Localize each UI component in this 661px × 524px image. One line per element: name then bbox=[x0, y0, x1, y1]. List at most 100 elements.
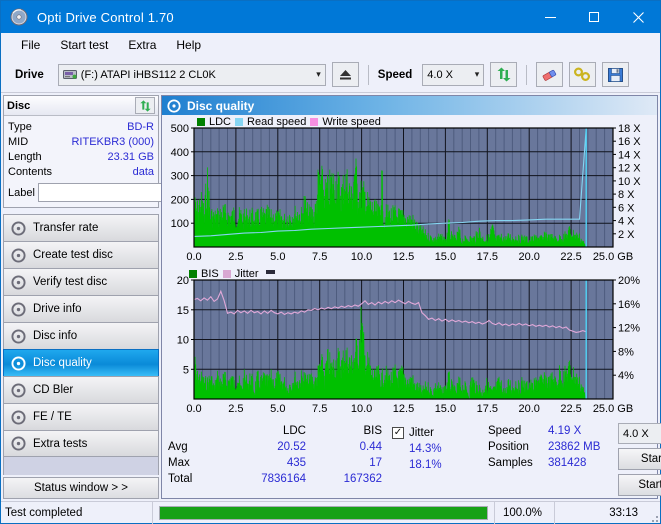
status-window-button[interactable]: Status window > > bbox=[3, 477, 159, 499]
svg-text:17.5: 17.5 bbox=[477, 403, 498, 415]
progress-percent: 100.0% bbox=[494, 501, 554, 524]
chart1-legend: LDC Read speed Write speed bbox=[197, 116, 381, 128]
maximize-icon[interactable] bbox=[572, 1, 616, 33]
svg-text:15: 15 bbox=[177, 305, 189, 317]
chevron-down-icon: ▾ bbox=[474, 69, 480, 79]
disc-type-value: BD-R bbox=[127, 120, 154, 133]
legend-label-jitter: Jitter bbox=[234, 268, 259, 280]
drive-label: Drive bbox=[15, 68, 44, 81]
legend-label-bis: BIS bbox=[201, 268, 219, 280]
disc-icon bbox=[11, 355, 26, 371]
run-info-values: 4.19 X 23862 MB 381428 bbox=[548, 423, 618, 498]
main-body: Disc Type BD-R MID RITEKBR3 (000) Length… bbox=[1, 93, 661, 501]
disc-row-type: Type BD-R bbox=[8, 119, 154, 134]
chevron-down-icon: ▾ bbox=[316, 69, 321, 79]
test-speed-select[interactable]: 4.0 X ▾ bbox=[618, 423, 661, 444]
disc-icon bbox=[11, 436, 26, 451]
svg-text:8%: 8% bbox=[618, 346, 634, 358]
charts-area: LDC Read speed Write speed 100 200 300 400 5… bbox=[162, 115, 657, 419]
sidebar-item-disc-quality[interactable]: Disc quality bbox=[3, 349, 159, 376]
sidebar-spacer bbox=[3, 457, 159, 475]
toolbar-separator bbox=[526, 64, 528, 85]
stats-row-max: Max 435 17 bbox=[168, 455, 392, 471]
svg-text:0.0: 0.0 bbox=[186, 403, 201, 415]
disc-refresh-button[interactable] bbox=[135, 97, 155, 114]
svg-text:2.5: 2.5 bbox=[228, 403, 243, 415]
disc-icon bbox=[11, 328, 26, 344]
jitter-max-value: 18.1% bbox=[409, 459, 442, 471]
drive-select[interactable]: (F:) ATAPI iHBS112 2 CL0K ▾ bbox=[57, 63, 326, 86]
stats-ldc-max: 435 bbox=[286, 457, 306, 469]
run-info-labels: Speed Position Samples bbox=[488, 423, 548, 498]
sidebar-item-drive-info[interactable]: Drive info bbox=[3, 295, 159, 322]
svg-text:2.5: 2.5 bbox=[228, 251, 243, 263]
speed-select[interactable]: 4.0 X ▾ bbox=[422, 63, 485, 86]
disc-row-contents: Contents data bbox=[8, 164, 154, 179]
sidebar-item-extra-tests[interactable]: Extra tests bbox=[3, 430, 159, 457]
svg-text:100: 100 bbox=[171, 218, 189, 230]
tools-button[interactable] bbox=[569, 62, 597, 87]
refresh-button[interactable] bbox=[490, 62, 518, 87]
sidebar-item-label: Disc info bbox=[33, 330, 78, 342]
stats-row-total: Total 7836164 167362 bbox=[168, 471, 392, 487]
panel-header: Disc quality bbox=[162, 96, 657, 115]
legend-swatch-read-speed bbox=[235, 118, 244, 126]
eject-button[interactable] bbox=[331, 62, 359, 87]
start-part-button[interactable]: Start part bbox=[618, 474, 661, 496]
sidebar: Disc Type BD-R MID RITEKBR3 (000) Length… bbox=[1, 93, 241, 501]
disc-icon bbox=[11, 409, 26, 425]
sidebar-item-verify-test-disc[interactable]: Verify test disc bbox=[3, 268, 159, 295]
legend-label-read-speed: Read speed bbox=[247, 116, 307, 128]
disc-quality-panel: Disc quality LDC Read speed Write speed … bbox=[161, 95, 661, 499]
svg-text:500: 500 bbox=[171, 123, 189, 135]
svg-text:20.0: 20.0 bbox=[518, 403, 539, 415]
stats-area: LDC BIS Avg 20.52 0.44 Max 435 17 Total … bbox=[162, 419, 661, 498]
legend-swatch-jitter bbox=[222, 270, 231, 278]
legend-swatch-ldc bbox=[197, 118, 205, 126]
menu-item-start-test[interactable]: Start test bbox=[50, 35, 118, 55]
svg-text:300: 300 bbox=[171, 171, 189, 183]
position-label: Position bbox=[488, 441, 529, 453]
close-icon[interactable] bbox=[616, 1, 660, 33]
stats-table: LDC BIS Avg 20.52 0.44 Max 435 17 Total … bbox=[162, 423, 392, 498]
svg-text:400: 400 bbox=[171, 147, 189, 159]
svg-text:8 X: 8 X bbox=[618, 189, 635, 201]
menu-item-file[interactable]: File bbox=[11, 35, 50, 55]
svg-text:22.5: 22.5 bbox=[560, 251, 581, 263]
svg-text:16 X: 16 X bbox=[618, 136, 641, 148]
menu-item-help[interactable]: Help bbox=[166, 35, 211, 55]
save-button[interactable] bbox=[602, 62, 630, 87]
svg-text:5.0: 5.0 bbox=[270, 403, 285, 415]
minimize-icon[interactable] bbox=[528, 1, 572, 33]
svg-text:10.0: 10.0 bbox=[351, 251, 372, 263]
chart2-canvas: 5 10 15 20 4% 8% 12% 16% 20% 0.0 2.5 5.0 7.5 10.0 12.5… bbox=[177, 275, 640, 415]
disc-icon bbox=[167, 98, 181, 113]
jitter-checkbox[interactable]: ✓ bbox=[392, 427, 404, 439]
sidebar-item-transfer-rate[interactable]: Transfer rate bbox=[3, 214, 159, 241]
sidebar-item-disc-info[interactable]: Disc info bbox=[3, 322, 159, 349]
sidebar-item-label: Transfer rate bbox=[33, 222, 99, 234]
svg-text:22.5: 22.5 bbox=[560, 403, 581, 415]
disc-contents-value: data bbox=[132, 165, 154, 178]
sidebar-item-create-test-disc[interactable]: Create test disc bbox=[3, 241, 159, 268]
drive-value: (F:) ATAPI iHBS112 2 CL0K bbox=[80, 68, 216, 81]
eraser-button[interactable] bbox=[536, 62, 564, 87]
disc-mid-label: MID bbox=[8, 135, 29, 148]
legend-swatch-write-speed bbox=[310, 118, 319, 126]
disc-panel-header: Disc bbox=[4, 96, 158, 116]
status-message: Test completed bbox=[1, 501, 153, 524]
start-full-button[interactable]: Start full bbox=[618, 448, 661, 470]
menu-item-extra[interactable]: Extra bbox=[118, 35, 166, 55]
sidebar-item-cd-bler[interactable]: CD Bler bbox=[3, 376, 159, 403]
drive-icon bbox=[62, 68, 77, 81]
stats-row-label: Total bbox=[168, 473, 193, 485]
svg-text:25.0 GB: 25.0 GB bbox=[593, 403, 633, 415]
svg-text:12.5: 12.5 bbox=[393, 251, 414, 263]
resize-grip[interactable] bbox=[646, 502, 660, 524]
speed-label: Speed bbox=[377, 68, 413, 81]
disc-panel-title: Disc bbox=[7, 99, 31, 112]
jitter-block: ✓ Jitter 14.3% 18.1% bbox=[392, 423, 488, 498]
window-title: Opti Drive Control 1.70 bbox=[37, 9, 174, 25]
stats-col-bis: BIS bbox=[363, 425, 382, 437]
sidebar-item-fe-te[interactable]: FE / TE bbox=[3, 403, 159, 430]
